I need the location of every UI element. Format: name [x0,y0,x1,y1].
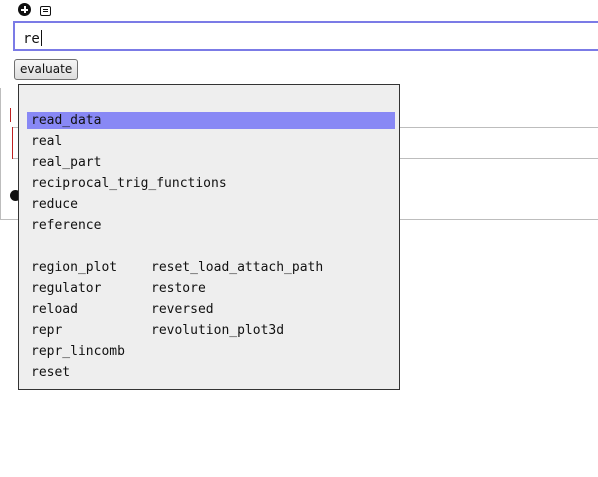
text-caret [40,30,42,46]
completion-item-selected[interactable]: read_data [27,112,395,129]
completion-item[interactable]: repr [31,322,62,339]
completion-item[interactable]: reference [31,217,101,234]
cell-input-field[interactable]: re [13,21,598,51]
completion-item[interactable]: region_plot [31,259,117,276]
completion-item[interactable]: reversed [151,301,214,318]
completion-item[interactable]: reset_load_attach_path [151,259,323,276]
completion-item[interactable]: regulator [31,280,101,297]
cell-marker [10,108,11,122]
completion-item[interactable]: real [31,133,62,150]
completion-item[interactable]: revolution_plot3d [151,322,284,339]
cell-input-text: re [23,30,42,47]
completion-item[interactable]: reload [31,301,78,318]
evaluate-button[interactable]: evaluate [14,59,79,80]
autocomplete-popup: read_data real real_part reciprocal_trig… [18,84,400,390]
notebook-page: re evaluate read_data real real_part rec… [0,0,598,477]
output-left-border [12,127,13,159]
completion-item[interactable]: restore [151,280,206,297]
comment-icon[interactable] [40,6,51,16]
completion-item[interactable]: real_part [31,154,101,171]
completion-item[interactable]: reduce [31,196,78,213]
plus-circle-icon[interactable] [18,3,31,16]
completion-item[interactable]: reciprocal_trig_functions [31,175,227,192]
completion-item[interactable]: repr_lincomb [31,343,125,360]
cell-input-value: re [23,31,40,47]
completion-item[interactable]: reset [31,364,70,381]
